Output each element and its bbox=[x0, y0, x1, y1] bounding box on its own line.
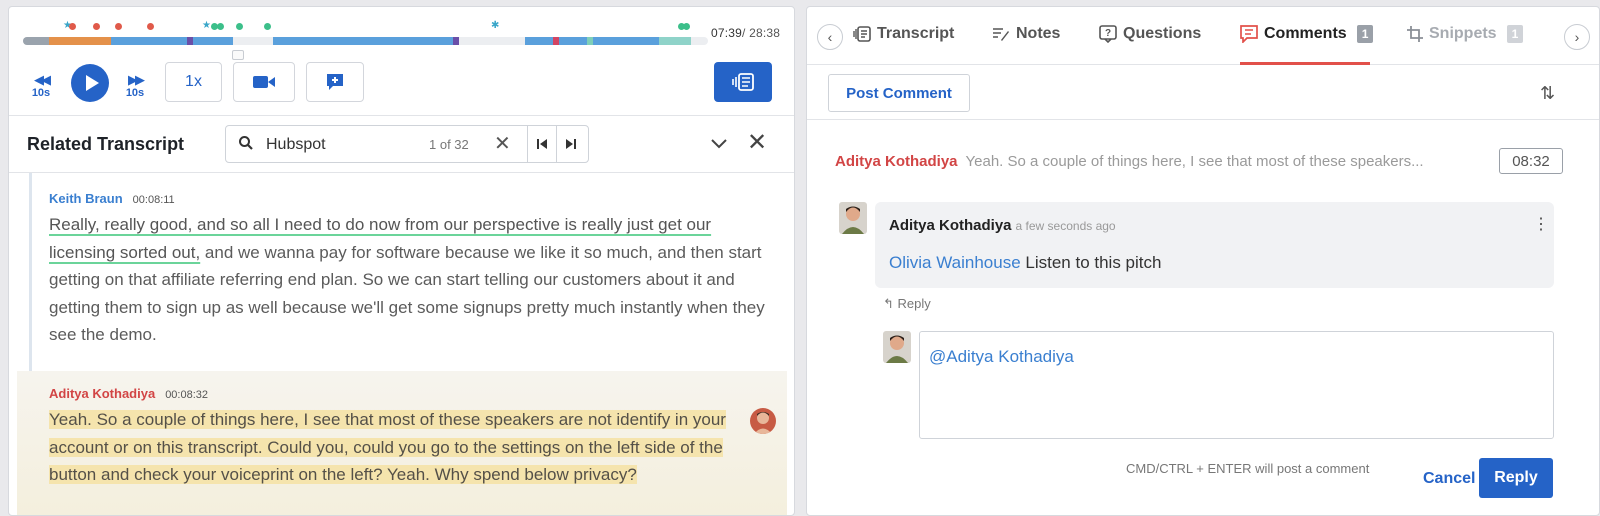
entry-timestamp[interactable]: 00:08:32 bbox=[165, 389, 208, 401]
search-input[interactable]: Hubspot bbox=[266, 136, 326, 154]
speaker-name: Aditya Kothadiya 00:08:32 bbox=[49, 386, 209, 401]
chevron-right-icon: › bbox=[1574, 29, 1580, 45]
transcript-search[interactable]: Hubspot 1 of 32 ✕ bbox=[225, 125, 589, 163]
timeline-marker[interactable] bbox=[93, 23, 100, 30]
timeline-track[interactable] bbox=[23, 37, 708, 45]
comment-highlight: Yeah. So a couple of things here, I see … bbox=[49, 410, 726, 484]
tab-notes[interactable]: Notes bbox=[992, 25, 1060, 43]
comment-body: Olivia Wainhouse Listen to this pitch bbox=[889, 253, 1162, 272]
reply-link[interactable]: ↰ Reply bbox=[883, 296, 931, 312]
sort-icon[interactable]: ⇅ bbox=[1540, 83, 1555, 104]
svg-text:?: ? bbox=[1105, 28, 1111, 39]
crop-icon bbox=[1407, 26, 1423, 42]
reply-draft-text: @Aditya Kothadiya bbox=[929, 347, 1074, 366]
quoted-transcript-line[interactable]: Aditya Kothadiya Yeah. So a couple of thi… bbox=[835, 153, 1424, 170]
star-marker-icon[interactable]: ✱ bbox=[491, 21, 499, 31]
reply-button[interactable]: Reply bbox=[1479, 458, 1553, 498]
quote-text: Yeah. So a couple of things here, I see … bbox=[965, 153, 1424, 170]
rewind-icon: ◀◀ bbox=[34, 72, 51, 87]
commenter-avatar[interactable] bbox=[750, 408, 776, 434]
snippets-count-badge: 1 bbox=[1506, 25, 1524, 43]
playback-speed-button[interactable]: 1x bbox=[165, 62, 222, 102]
avatar bbox=[839, 202, 867, 234]
mention-link[interactable]: Olivia Wainhouse bbox=[889, 253, 1021, 272]
close-icon[interactable]: ✕ bbox=[747, 128, 767, 157]
timeline-marker[interactable] bbox=[147, 23, 154, 30]
transcript-list: Keith Braun 00:08:11 Really, really good,… bbox=[9, 173, 794, 515]
forward-10s-button[interactable]: ▶▶ 10s bbox=[115, 72, 155, 100]
video-toggle-button[interactable] bbox=[233, 62, 295, 102]
comment-card: Aditya Kothadiya a few seconds ago ⋮ Oliv… bbox=[875, 202, 1554, 288]
time-readout: 07:39/ 28:38 bbox=[711, 26, 781, 40]
reply-textarea[interactable]: @Aditya Kothadiya bbox=[919, 331, 1554, 439]
transcript-text: Really, really good, and so all I need t… bbox=[49, 215, 765, 344]
question-icon: ? bbox=[1099, 25, 1117, 43]
comments-toolbar: Post Comment ⇅ bbox=[807, 65, 1599, 120]
fast-forward-icon: ▶▶ bbox=[128, 72, 145, 87]
skip-previous-icon bbox=[537, 139, 547, 149]
tab-transcript[interactable]: Transcript bbox=[853, 25, 954, 43]
playhead-handle[interactable] bbox=[232, 50, 244, 60]
tab-questions[interactable]: ? Questions bbox=[1099, 25, 1201, 43]
transcript-entry[interactable]: Aditya Kothadiya 00:08:32 Yeah. So a coup… bbox=[49, 386, 769, 489]
timeline-marker[interactable] bbox=[217, 23, 224, 30]
skip-next-icon bbox=[566, 139, 576, 149]
timeline-marker[interactable] bbox=[264, 23, 271, 30]
tabs-scroll-right-button[interactable]: › bbox=[1564, 24, 1590, 50]
search-icon bbox=[239, 136, 253, 150]
transcript-icon bbox=[853, 26, 871, 42]
search-result-count: 1 of 32 bbox=[429, 137, 469, 152]
clear-search-icon[interactable]: ✕ bbox=[494, 131, 511, 156]
timeline-marker[interactable] bbox=[683, 23, 690, 30]
chevron-left-icon: ‹ bbox=[827, 29, 833, 45]
transcript-entry[interactable]: Keith Braun 00:08:11 Really, really good,… bbox=[49, 191, 769, 349]
comment-icon bbox=[1240, 25, 1258, 43]
more-options-icon[interactable]: ⋮ bbox=[1533, 214, 1549, 234]
tabs-scroll-left-button[interactable]: ‹ bbox=[817, 24, 843, 50]
star-marker-icon[interactable]: ★ bbox=[202, 21, 211, 31]
quote-author: Aditya Kothadiya bbox=[835, 153, 958, 170]
post-comment-button[interactable]: Post Comment bbox=[828, 74, 970, 112]
rewind-10s-button[interactable]: ◀◀ 10s bbox=[21, 72, 61, 100]
transcript-icon bbox=[732, 73, 754, 91]
transcript-text: Yeah. So a couple of things here, I see … bbox=[49, 406, 769, 489]
timeline-marker[interactable] bbox=[236, 23, 243, 30]
avatar bbox=[883, 331, 911, 363]
tab-comments[interactable]: Comments 1 bbox=[1240, 25, 1374, 43]
comment-time-ago: a few seconds ago bbox=[1015, 219, 1116, 233]
side-panel: ‹ Transcript Notes ? Questions Comments … bbox=[806, 6, 1600, 516]
timeline-marker[interactable] bbox=[69, 23, 76, 30]
related-transcript-title: Related Transcript bbox=[27, 134, 185, 154]
related-transcript-header: Related Transcript Hubspot 1 of 32 ✕ ✕ bbox=[9, 115, 794, 173]
comment-author: Aditya Kothadiya a few seconds ago bbox=[889, 217, 1116, 234]
play-button[interactable] bbox=[71, 64, 109, 102]
next-result-button[interactable] bbox=[556, 125, 585, 163]
comment-add-icon bbox=[327, 74, 343, 90]
comments-count-badge: 1 bbox=[1356, 25, 1374, 43]
entry-timestamp[interactable]: 00:08:11 bbox=[133, 194, 175, 206]
post-shortcut-hint: CMD/CTRL + ENTER will post a comment bbox=[1126, 461, 1370, 476]
chevron-down-icon[interactable] bbox=[709, 133, 729, 153]
cancel-button[interactable]: Cancel bbox=[1423, 470, 1475, 488]
call-timeline[interactable]: ★ ★ ✱ bbox=[23, 15, 708, 60]
speaker-name: Keith Braun 00:08:11 bbox=[49, 191, 175, 206]
tab-snippets[interactable]: Snippets 1 bbox=[1407, 25, 1524, 43]
player-panel: ★ ★ ✱ 07:39/ 28:38 ◀◀ 10s ▶▶ 10s 1x Rela… bbox=[8, 6, 795, 516]
previous-result-button[interactable] bbox=[527, 125, 556, 163]
quote-timestamp-button[interactable]: 08:32 bbox=[1499, 148, 1563, 174]
transcript-panel-button[interactable] bbox=[714, 62, 772, 102]
add-comment-button[interactable] bbox=[306, 62, 364, 102]
video-camera-icon bbox=[253, 76, 275, 88]
tab-bar: ‹ Transcript Notes ? Questions Comments … bbox=[807, 7, 1599, 65]
timeline-marker[interactable] bbox=[115, 23, 122, 30]
notes-edit-icon bbox=[993, 28, 1009, 41]
reply-arrow-icon: ↰ bbox=[883, 296, 898, 311]
